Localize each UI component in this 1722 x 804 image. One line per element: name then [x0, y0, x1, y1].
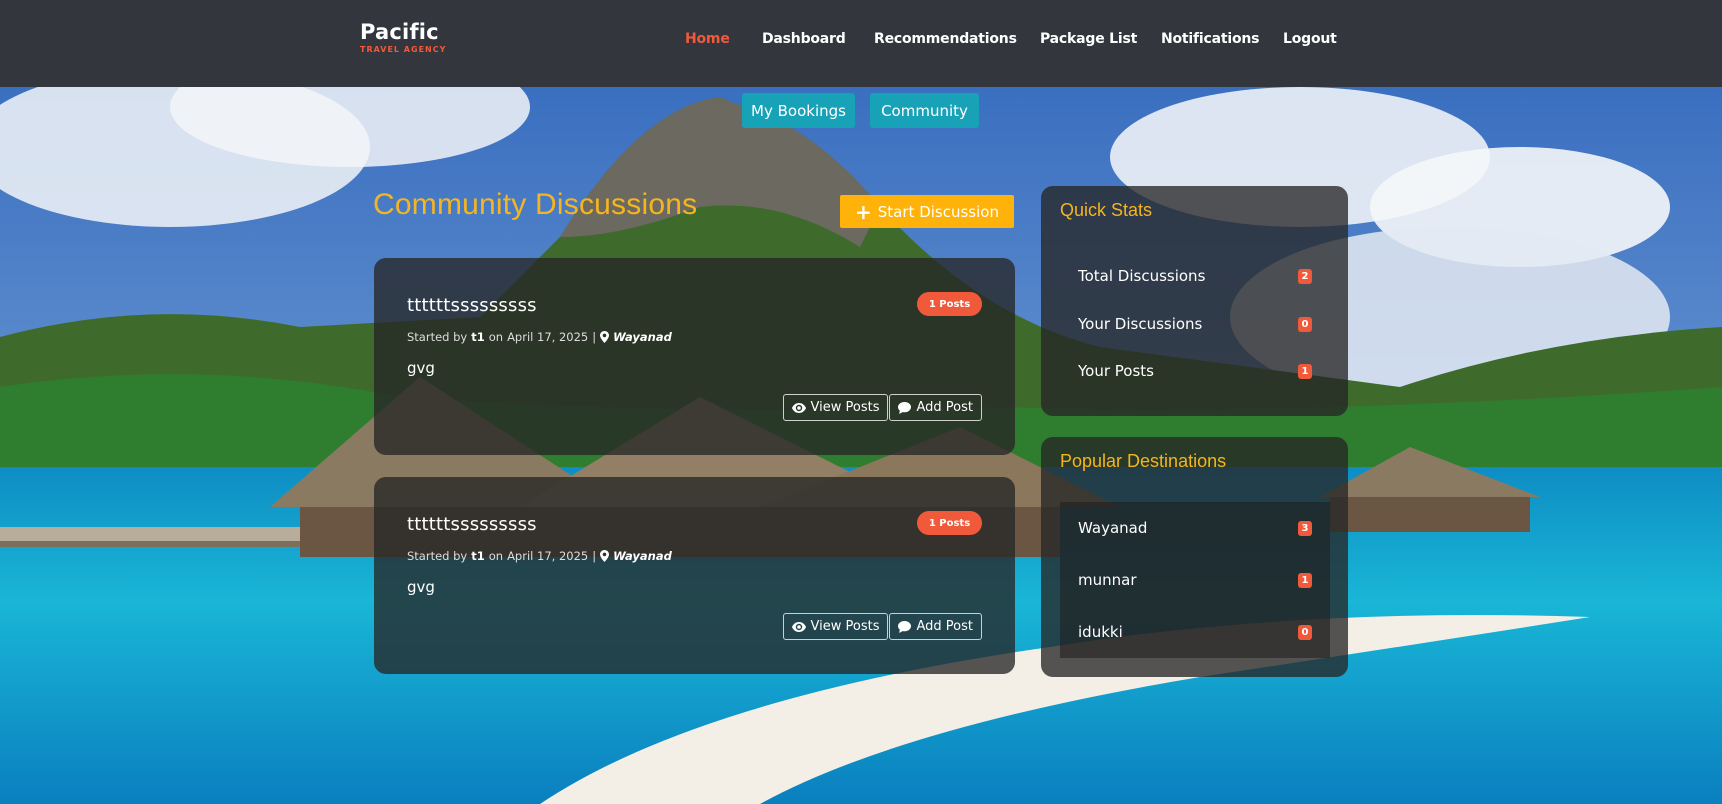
- view-posts-button[interactable]: View Posts: [782, 394, 889, 421]
- discussion-location: Wayanad: [613, 549, 672, 563]
- main-nav: Home Dashboard Recommendations Package L…: [0, 31, 1722, 51]
- nav-recommendations[interactable]: Recommendations: [874, 31, 1017, 47]
- discussion-meta: Started by t1 on April 17, 2025 | Wayana…: [407, 330, 672, 344]
- posts-count-badge: 1 Posts: [917, 292, 982, 316]
- popular-destinations-panel: Popular Destinations Wayanad 3 munnar 1 …: [1041, 437, 1348, 677]
- top-navbar: Pacific TRAVEL AGENCY Home Dashboard Rec…: [0, 0, 1722, 87]
- stat-label: Your Posts: [1078, 362, 1154, 380]
- author-name: t1: [471, 330, 485, 344]
- add-post-button[interactable]: Add Post: [889, 613, 982, 640]
- discussion-card: ttttttsssssssss 1 Posts Started by t1 on…: [374, 258, 1015, 455]
- stat-your-posts: Your Posts 1: [1060, 348, 1330, 394]
- discussion-date: April 17, 2025: [507, 549, 589, 563]
- destination-name: munnar: [1078, 571, 1137, 589]
- destination-item[interactable]: munnar 1: [1060, 554, 1330, 606]
- add-post-label: Add Post: [916, 400, 973, 415]
- plus-icon: +: [855, 199, 872, 224]
- author-name: t1: [471, 549, 485, 563]
- map-pin-icon: [600, 550, 610, 562]
- comment-icon: [898, 401, 912, 414]
- quick-stats-panel: Quick Stats Total Discussions 2 Your Dis…: [1041, 186, 1348, 416]
- stat-label: Your Discussions: [1078, 315, 1203, 333]
- discussion-actions: View Posts Add Post: [782, 613, 982, 640]
- add-post-button[interactable]: Add Post: [889, 394, 982, 421]
- discussion-date: April 17, 2025: [507, 330, 589, 344]
- on-label: on: [488, 330, 504, 344]
- my-bookings-button[interactable]: My Bookings: [742, 93, 855, 128]
- discussion-title[interactable]: ttttttsssssssss: [407, 295, 537, 316]
- nav-logout[interactable]: Logout: [1283, 31, 1337, 47]
- stat-your-discussions: Your Discussions 0: [1060, 301, 1330, 347]
- stat-count-badge: 1: [1298, 363, 1312, 379]
- eye-icon: [791, 402, 806, 413]
- discussion-card: ttttttsssssssss 1 Posts Started by t1 on…: [374, 477, 1015, 674]
- page-title: Community Discussions: [373, 188, 698, 221]
- destination-item[interactable]: Wayanad 3: [1060, 502, 1330, 554]
- stat-label: Total Discussions: [1078, 267, 1206, 285]
- popular-destinations-title: Popular Destinations: [1060, 451, 1227, 471]
- stat-count-badge: 0: [1298, 316, 1312, 332]
- nav-notifications[interactable]: Notifications: [1161, 31, 1259, 47]
- comment-icon: [898, 620, 912, 633]
- view-posts-button[interactable]: View Posts: [782, 613, 889, 640]
- eye-icon: [791, 621, 806, 632]
- discussion-location: Wayanad: [613, 330, 672, 344]
- map-pin-icon: [600, 331, 610, 343]
- discussion-body: gvg: [407, 359, 435, 377]
- start-discussion-button[interactable]: + Start Discussion: [840, 195, 1014, 228]
- nav-home[interactable]: Home: [685, 31, 730, 47]
- discussion-actions: View Posts Add Post: [782, 394, 982, 421]
- meta-separator: |: [592, 549, 597, 563]
- add-post-label: Add Post: [916, 619, 973, 634]
- started-by-label: Started by: [407, 330, 468, 344]
- start-discussion-label: Start Discussion: [877, 202, 999, 221]
- meta-separator: |: [592, 330, 597, 344]
- view-posts-label: View Posts: [810, 400, 880, 415]
- started-by-label: Started by: [407, 549, 468, 563]
- on-label: on: [488, 549, 504, 563]
- discussion-title[interactable]: ttttttsssssssss: [407, 514, 537, 535]
- stat-count-badge: 2: [1298, 268, 1312, 284]
- view-posts-label: View Posts: [810, 619, 880, 634]
- destination-item[interactable]: idukki 0: [1060, 606, 1330, 658]
- nav-dashboard[interactable]: Dashboard: [762, 31, 846, 47]
- destination-name: idukki: [1078, 623, 1123, 641]
- posts-count-badge: 1 Posts: [917, 511, 982, 535]
- discussion-body: gvg: [407, 578, 435, 596]
- destination-name: Wayanad: [1078, 519, 1148, 537]
- stat-total-discussions: Total Discussions 2: [1060, 253, 1330, 299]
- destination-count-badge: 1: [1298, 572, 1312, 588]
- nav-package-list[interactable]: Package List: [1040, 31, 1137, 47]
- quick-stats-title: Quick Stats: [1060, 200, 1153, 220]
- community-button[interactable]: Community: [870, 93, 979, 128]
- destination-count-badge: 0: [1298, 624, 1312, 640]
- discussion-meta: Started by t1 on April 17, 2025 | Wayana…: [407, 549, 672, 563]
- destination-count-badge: 3: [1298, 520, 1312, 536]
